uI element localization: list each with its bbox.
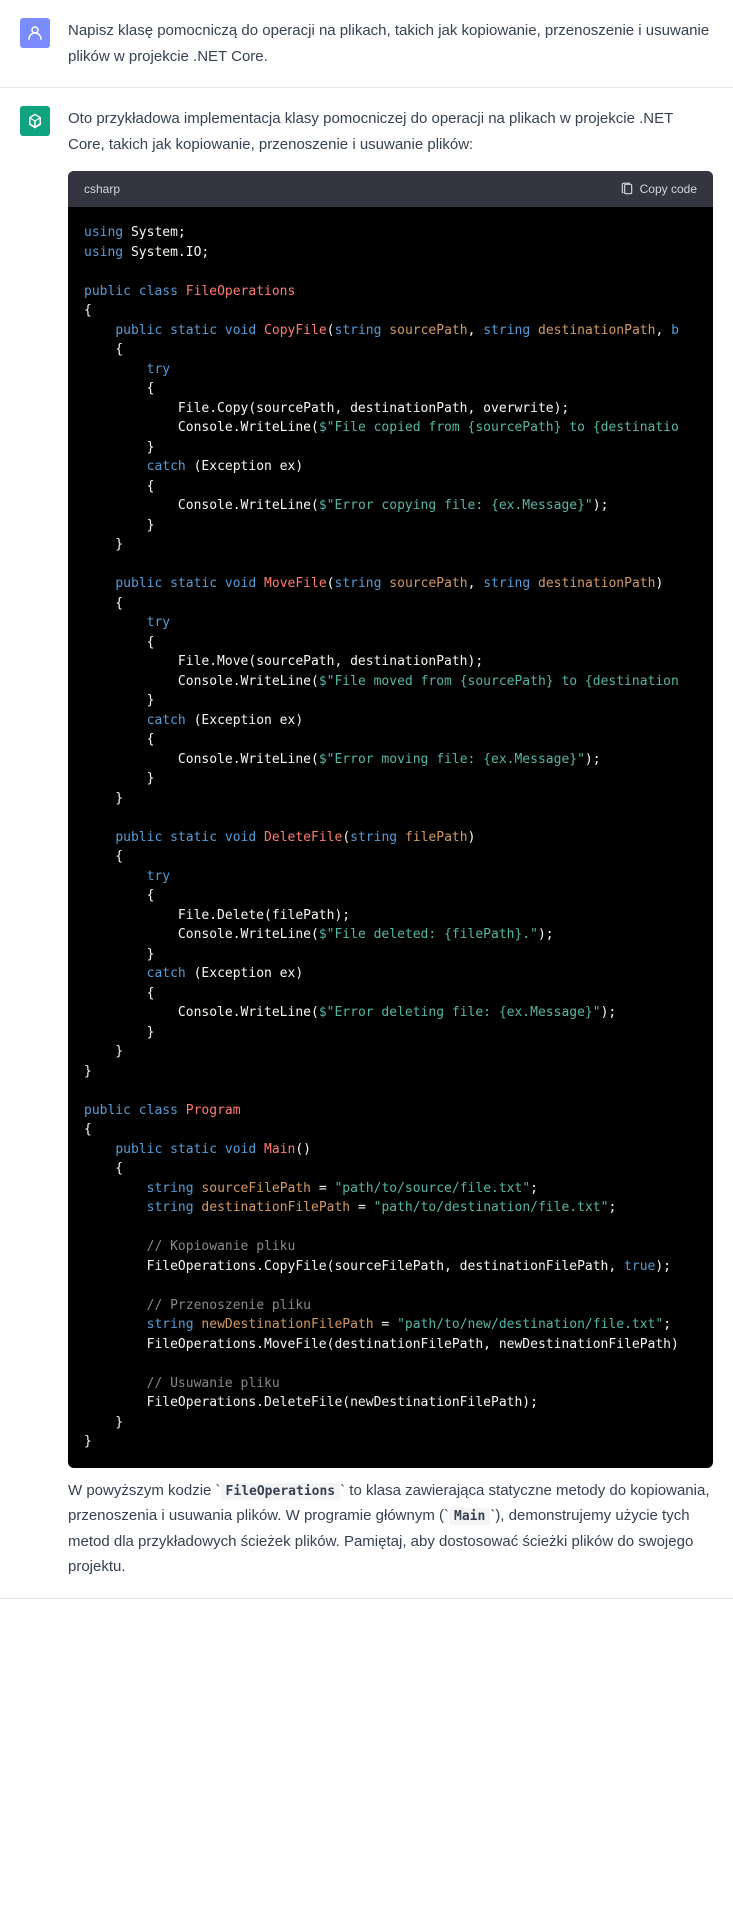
assistant-message: Oto przykładowa implementacja klasy pomo… bbox=[0, 88, 733, 1599]
code-lang-label: csharp bbox=[84, 179, 120, 199]
user-avatar bbox=[20, 18, 50, 48]
code-block: csharp Copy code using System; using Sys… bbox=[68, 171, 713, 1468]
user-text: Napisz klasę pomocniczą do operacji na p… bbox=[68, 18, 713, 69]
person-icon bbox=[26, 24, 44, 42]
user-message-text: Napisz klasę pomocniczą do operacji na p… bbox=[68, 18, 713, 69]
outro-text-1: W powyższym kodzie bbox=[68, 1482, 216, 1499]
openai-icon bbox=[26, 112, 44, 130]
inline-code-fileops: FileOperations bbox=[221, 1483, 341, 1500]
copy-code-button[interactable]: Copy code bbox=[620, 179, 697, 199]
assistant-avatar bbox=[20, 106, 50, 136]
clipboard-icon bbox=[620, 182, 634, 196]
copy-label: Copy code bbox=[640, 179, 697, 199]
code-header: csharp Copy code bbox=[68, 171, 713, 207]
code-body[interactable]: using System; using System.IO; public cl… bbox=[68, 207, 713, 1468]
user-message: Napisz klasę pomocniczą do operacji na p… bbox=[0, 0, 733, 88]
assistant-intro: Oto przykładowa implementacja klasy pomo… bbox=[68, 106, 713, 157]
assistant-outro: W powyższym kodzie `FileOperations` to k… bbox=[68, 1478, 713, 1580]
inline-code-main: Main bbox=[449, 1508, 490, 1525]
assistant-body: Oto przykładowa implementacja klasy pomo… bbox=[68, 106, 713, 1580]
code-content: using System; using System.IO; public cl… bbox=[84, 223, 697, 1452]
